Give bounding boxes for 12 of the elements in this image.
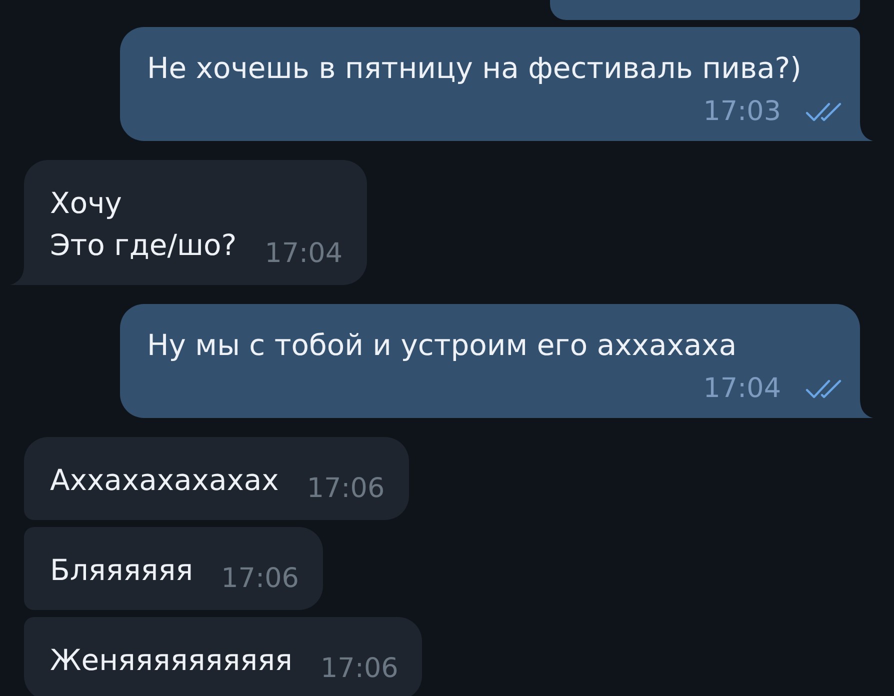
message-time: 17:06 [320,653,398,684]
message-text: Хочу Это где/шо? [50,186,237,262]
message-text: Бляяяяяя [50,553,194,587]
message-text: Ну мы с тобой и устроим его аххахаха [147,327,738,364]
message-text: Женяяяяяяяяяя [50,643,292,677]
message-text: Не хочешь в пятницу на фестиваль пива?) [147,50,802,87]
message-text: Аххахахахахах [50,463,279,497]
message-time: 17:06 [221,563,299,594]
message-time: 17:04 [703,373,781,405]
message-time: 17:03 [703,96,781,128]
message-time: 17:06 [306,473,385,504]
message-time: 17:04 [264,238,342,269]
